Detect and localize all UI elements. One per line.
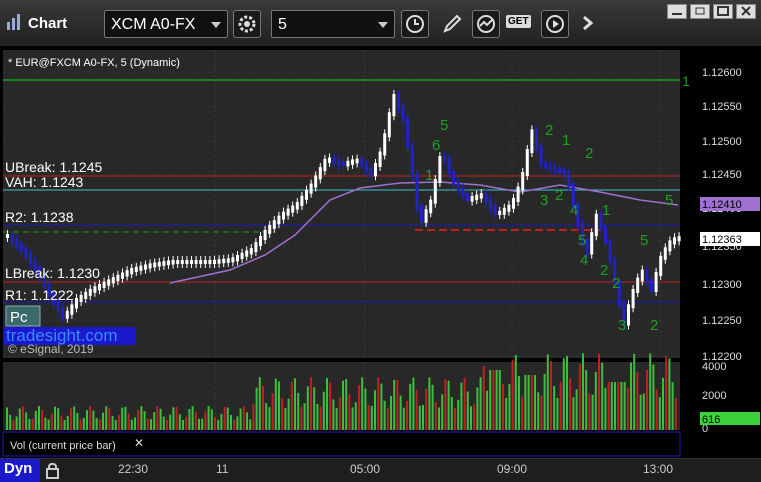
chart-header: * EUR@FXCM A0-FX, 5 (Dynamic) xyxy=(8,57,180,69)
volume-pane xyxy=(3,362,680,430)
volume-tick: 2000 xyxy=(702,390,726,402)
count-marker: 2 xyxy=(555,187,563,204)
play-button[interactable] xyxy=(541,10,569,38)
count-marker: 3 xyxy=(618,317,626,334)
count-marker: 2 xyxy=(612,275,620,292)
play-icon xyxy=(546,15,564,33)
copyright: © eSignal, 2019 xyxy=(8,342,94,356)
maximize-icon xyxy=(717,6,729,16)
window-title: Chart xyxy=(28,15,68,32)
close-button[interactable] xyxy=(736,4,756,19)
mode-label: Dyn xyxy=(4,460,33,477)
target-marker: 1 xyxy=(682,73,690,89)
line-chart-icon xyxy=(477,15,495,33)
count-marker: 2 xyxy=(600,262,608,279)
time-button[interactable] xyxy=(401,10,429,38)
price-chart[interactable]: 1 56121213 2454223 255 * EUR@FXCM A0-FX, 5… xyxy=(0,46,761,460)
time-tick: 09:00 xyxy=(497,462,528,476)
vwap-price: 1.12410 xyxy=(702,199,742,211)
price-tick: 1.12300 xyxy=(702,279,742,291)
count-marker: 1 xyxy=(562,132,570,149)
toolbar: Chart XCM A0-FX 5 GET xyxy=(0,0,761,47)
chevron-right-icon xyxy=(583,15,594,31)
count-marker: 3 xyxy=(540,192,548,209)
symbol-value: XCM A0-FX xyxy=(111,16,196,33)
time-tick: 11 xyxy=(216,462,229,476)
symbol-combo[interactable]: XCM A0-FX xyxy=(104,10,228,38)
price-tick: 1.12500 xyxy=(702,136,742,148)
vah-label: VAH: 1.1243 xyxy=(5,174,84,190)
minimize-icon xyxy=(672,13,682,15)
count-marker: 1 xyxy=(602,202,610,219)
count-marker: 2 xyxy=(585,145,593,162)
price-tick: 1.12250 xyxy=(702,315,742,327)
clock-icon xyxy=(406,15,424,33)
minimize-button[interactable] xyxy=(667,4,687,19)
restore-icon xyxy=(695,7,705,15)
count-marker: 1 xyxy=(425,167,433,184)
price-tick: 1.12450 xyxy=(702,169,742,181)
volume-tick: 4000 xyxy=(702,361,726,373)
lbreak-label: LBreak: 1.1230 xyxy=(5,265,100,281)
interval-combo[interactable]: 5 xyxy=(271,10,395,38)
time-tick: 05:00 xyxy=(350,462,381,476)
studies-button[interactable] xyxy=(472,10,500,38)
draw-button[interactable] xyxy=(438,10,466,38)
chart-app-icon xyxy=(7,14,20,30)
count-marker: 5 xyxy=(640,232,648,249)
count-marker: 4 xyxy=(580,252,588,269)
current-price: 1.12363 xyxy=(702,234,742,246)
count-marker: 2 xyxy=(545,122,553,139)
r2-label: R2: 1.1238 xyxy=(5,209,74,225)
close-study-icon[interactable]: ✕ xyxy=(134,436,144,450)
time-tick: 13:00 xyxy=(643,462,674,476)
maximize-button[interactable] xyxy=(713,4,733,19)
volume-value: 616 xyxy=(702,414,720,426)
price-tick: 1.12550 xyxy=(702,101,742,113)
r1-label: R1: 1.1222 xyxy=(5,287,74,303)
get-label: GET xyxy=(506,15,531,28)
chevron-down-icon xyxy=(378,22,388,28)
count-marker: 4 xyxy=(570,202,578,219)
count-marker: 5 xyxy=(440,117,448,134)
interval-value: 5 xyxy=(278,16,287,33)
count-marker: 5 xyxy=(665,192,673,209)
pc-label: Pc xyxy=(10,309,28,326)
close-icon xyxy=(741,6,751,16)
time-tick: 22:30 xyxy=(118,462,149,476)
volume-study-label: Vol (current price bar) xyxy=(10,440,116,452)
count-marker: 6 xyxy=(432,137,440,154)
gear-icon xyxy=(238,15,256,33)
time-axis-bar: Dyn 22:30 11 05:00 09:00 13:00 xyxy=(0,458,761,482)
count-marker: 5 xyxy=(578,232,586,249)
ubreak-label: UBreak: 1.1245 xyxy=(5,159,102,175)
get-button[interactable]: GET xyxy=(506,10,536,38)
chevron-down-icon xyxy=(211,22,221,28)
pencil-icon xyxy=(443,14,462,33)
price-tick: 1.12600 xyxy=(702,67,742,79)
settings-button[interactable] xyxy=(233,10,261,38)
restore-button[interactable] xyxy=(690,4,710,19)
count-marker: 2 xyxy=(650,317,658,334)
lock-icon[interactable] xyxy=(44,462,62,480)
more-button[interactable] xyxy=(575,10,603,38)
